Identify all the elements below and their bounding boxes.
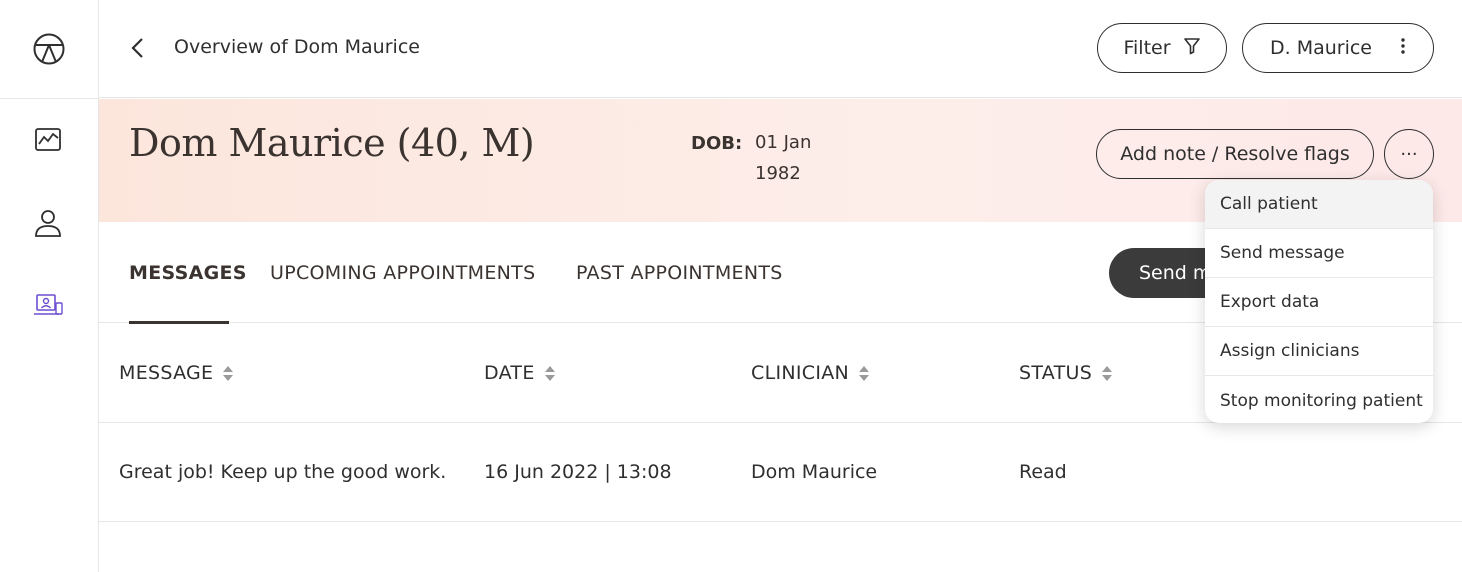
back-button[interactable] — [123, 30, 151, 66]
user-menu-button[interactable]: D. Maurice — [1242, 23, 1434, 73]
sort-icon — [544, 365, 555, 381]
dob-label: DOB: — [691, 133, 743, 154]
user-label: D. Maurice — [1269, 37, 1372, 59]
patient-name: Dom Maurice (40, M) — [129, 121, 535, 165]
table-row[interactable]: Great job! Keep up the good work. 16 Jun… — [99, 423, 1462, 522]
chevron-left-icon — [131, 38, 143, 58]
cell-clinician: Dom Maurice — [751, 461, 878, 483]
filter-button[interactable]: Filter — [1097, 23, 1227, 73]
tab-past-appointments[interactable]: PAST APPOINTMENTS — [576, 262, 783, 284]
column-label: STATUS — [1019, 362, 1093, 384]
more-options-button[interactable]: ··· — [1384, 129, 1434, 179]
sort-icon — [859, 365, 870, 381]
column-label: DATE — [484, 362, 535, 384]
filter-label: Filter — [1123, 37, 1171, 59]
cell-status: Read — [1019, 461, 1067, 483]
tab-upcoming-appointments[interactable]: UPCOMING APPOINTMENTS — [270, 262, 535, 284]
menu-item-stop-monitoring[interactable]: Stop monitoring patient — [1205, 376, 1433, 423]
more-options-menu: Call patient Send message Export data As… — [1205, 180, 1433, 423]
monitor-person-icon[interactable] — [30, 288, 66, 324]
tab-messages[interactable]: MESSAGES — [129, 262, 247, 284]
column-label: CLINICIAN — [751, 362, 850, 384]
dob-value: 01 Jan 1982 — [755, 132, 812, 184]
menu-item-call-patient[interactable]: Call patient — [1205, 180, 1433, 229]
column-header-message[interactable]: MESSAGE — [119, 362, 234, 384]
logo-icon[interactable] — [32, 32, 66, 66]
column-header-clinician[interactable]: CLINICIAN — [751, 362, 870, 384]
rail-divider — [0, 98, 99, 99]
kebab-icon — [1400, 37, 1406, 60]
top-bar: Overview of Dom Maurice Filter D. Mauric… — [99, 0, 1462, 98]
column-header-status[interactable]: STATUS — [1019, 362, 1113, 384]
menu-item-send-message[interactable]: Send message — [1205, 229, 1433, 278]
chart-icon[interactable] — [30, 122, 66, 158]
cell-message: Great job! Keep up the good work. — [119, 461, 447, 483]
filter-icon — [1183, 37, 1201, 60]
menu-item-assign-clinicians[interactable]: Assign clinicians — [1205, 327, 1433, 376]
breadcrumb: Overview of Dom Maurice — [174, 36, 420, 58]
menu-item-export-data[interactable]: Export data — [1205, 278, 1433, 327]
left-rail — [0, 0, 99, 572]
sort-icon — [1102, 365, 1113, 381]
sort-icon — [223, 365, 234, 381]
person-icon[interactable] — [30, 205, 66, 241]
column-label: MESSAGE — [119, 362, 214, 384]
column-header-date[interactable]: DATE — [484, 362, 555, 384]
add-note-button[interactable]: Add note / Resolve flags — [1096, 129, 1374, 179]
cell-date: 16 Jun 2022 | 13:08 — [484, 461, 672, 483]
